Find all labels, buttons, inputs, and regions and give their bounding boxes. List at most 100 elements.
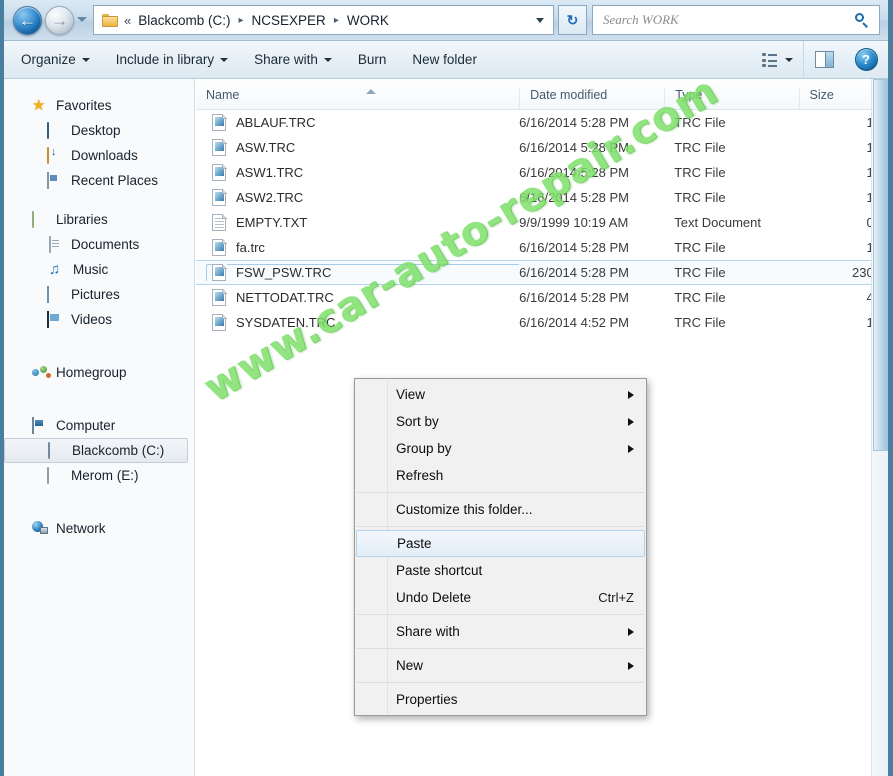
burn-button[interactable]: Burn	[349, 47, 396, 72]
downloads-icon	[47, 146, 49, 164]
new-folder-button[interactable]: New folder	[403, 47, 486, 72]
context-menu-item-paste[interactable]: Paste	[356, 530, 645, 557]
file-date: 6/16/2014 5:28 PM	[519, 115, 630, 130]
address-bar[interactable]: « Blackcomb (C:) ▸ NCSEXPER ▸ WORK	[93, 5, 554, 35]
recent-pages-button[interactable]	[76, 14, 88, 26]
sidebar-item-documents[interactable]: Documents	[4, 232, 194, 257]
sidebar-item-videos[interactable]: Videos	[4, 307, 194, 332]
table-row[interactable]: ABLAUF.TRC 6/16/2014 5:28 PM TRC File 1 …	[196, 110, 888, 135]
sidebar-item-downloads[interactable]: Downloads	[4, 143, 194, 168]
context-menu-item-properties[interactable]: Properties	[355, 686, 646, 713]
search-input[interactable]: Search WORK	[592, 5, 880, 35]
table-row[interactable]: ASW2.TRC 6/16/2014 5:28 PM TRC File 1 K	[196, 185, 888, 210]
file-date: 6/16/2014 5:28 PM	[519, 265, 630, 280]
search-icon[interactable]	[855, 13, 869, 27]
sidebar-item-desktop[interactable]: Desktop	[4, 118, 194, 143]
column-header-date-modified[interactable]: Date modified	[519, 88, 664, 109]
breadcrumb-overflow-icon[interactable]: «	[124, 13, 131, 28]
sidebar-item-recent-places[interactable]: Recent Places	[4, 168, 194, 193]
file-name-cell: EMPTY.TXT	[196, 214, 519, 231]
sidebar-item-libraries[interactable]: Libraries	[4, 207, 194, 232]
help-button[interactable]: ?	[844, 41, 888, 78]
share-with-label: Share with	[254, 52, 318, 67]
sidebar-item-computer[interactable]: Computer	[4, 413, 194, 438]
file-type: TRC File	[674, 190, 726, 205]
help-icon: ?	[854, 48, 878, 71]
forward-button[interactable]: →	[45, 6, 74, 35]
context-menu-item-view[interactable]: View	[355, 381, 646, 408]
command-bar-right-group: ?	[754, 41, 888, 78]
change-view-button[interactable]	[754, 48, 801, 72]
context-menu-item-sort-by[interactable]: Sort by	[355, 408, 646, 435]
include-in-library-button[interactable]: Include in library	[107, 47, 237, 72]
preview-pane-icon	[814, 51, 834, 68]
breadcrumb-item-1[interactable]: NCSEXPER	[249, 11, 329, 30]
context-menu-item-paste-shortcut[interactable]: Paste shortcut	[355, 557, 646, 584]
refresh-icon: ↻	[566, 12, 579, 28]
column-header-row: Name Date modified Type Size	[196, 79, 888, 110]
context-menu-item-group-by[interactable]: Group by	[355, 435, 646, 462]
context-menu-item-new[interactable]: New	[355, 652, 646, 679]
file-name-cell: ASW1.TRC	[196, 164, 519, 181]
sidebar-item-favorites[interactable]: ★ Favorites	[4, 93, 194, 118]
table-row[interactable]: ASW1.TRC 6/16/2014 5:28 PM TRC File 1 K	[196, 160, 888, 185]
libraries-icon	[32, 210, 34, 228]
submenu-arrow-icon	[628, 627, 634, 636]
table-row[interactable]: EMPTY.TXT 9/9/1999 10:19 AM Text Documen…	[196, 210, 888, 235]
context-menu-item-share-with[interactable]: Share with	[355, 618, 646, 645]
context-menu-item-customize-this-folder[interactable]: Customize this folder...	[355, 496, 646, 523]
star-icon: ★	[32, 96, 46, 114]
table-row[interactable]: SYSDATEN.TRC 6/16/2014 4:52 PM TRC File …	[196, 310, 888, 335]
file-name: fa.trc	[236, 240, 265, 255]
file-date: 6/16/2014 5:28 PM	[519, 140, 630, 155]
breadcrumb-separator-1[interactable]: ▸	[329, 15, 344, 26]
file-type: TRC File	[674, 290, 726, 305]
file-date: 9/9/1999 10:19 AM	[519, 215, 629, 230]
file-name-cell: SYSDATEN.TRC	[196, 314, 519, 331]
context-menu-item-refresh[interactable]: Refresh	[355, 462, 646, 489]
address-dropdown-icon[interactable]	[536, 17, 544, 23]
chevron-down-icon	[77, 17, 87, 22]
table-row[interactable]: fa.trc 6/16/2014 5:28 PM TRC File 1 K	[196, 235, 888, 260]
sidebar-item-homegroup[interactable]: Homegroup	[4, 360, 194, 385]
file-name-cell: ASW.TRC	[196, 139, 519, 156]
table-row[interactable]: NETTODAT.TRC 6/16/2014 5:28 PM TRC File …	[196, 285, 888, 310]
sidebar-item-label: Network	[56, 521, 106, 536]
context-menu-label: Properties	[396, 692, 458, 707]
context-menu-label: Sort by	[396, 414, 439, 429]
sidebar-item-network[interactable]: Network	[4, 516, 194, 541]
file-type: TRC File	[674, 140, 726, 155]
trc-file-icon	[212, 314, 227, 331]
sidebar-item-merom-e[interactable]: Merom (E:)	[4, 463, 194, 488]
table-row-selected[interactable]: FSW_PSW.TRC 6/16/2014 5:28 PM TRC File 2…	[196, 260, 888, 285]
context-menu[interactable]: View Sort by Group by Refresh Customize …	[354, 378, 647, 716]
context-menu-separator	[357, 648, 644, 649]
sidebar-item-pictures[interactable]: Pictures	[4, 282, 194, 307]
vertical-scrollbar[interactable]	[871, 79, 888, 776]
context-menu-item-undo-delete[interactable]: Undo Delete Ctrl+Z	[355, 584, 646, 611]
column-header-type[interactable]: Type	[664, 88, 798, 109]
context-menu-label: View	[396, 387, 426, 402]
scrollbar-thumb[interactable]	[873, 79, 888, 451]
sidebar-item-label: Merom (E:)	[71, 468, 139, 483]
context-menu-label: Share with	[396, 624, 460, 639]
organize-button[interactable]: Organize	[12, 47, 99, 72]
submenu-arrow-icon	[628, 417, 634, 426]
refresh-button[interactable]: ↻	[558, 5, 587, 35]
file-date: 6/16/2014 5:28 PM	[519, 240, 630, 255]
breadcrumb-separator-0[interactable]: ▸	[234, 15, 249, 26]
sidebar-item-blackcomb-c[interactable]: Blackcomb (C:)	[4, 438, 188, 463]
sidebar-item-label: Homegroup	[56, 365, 127, 380]
file-name-cell: ABLAUF.TRC	[196, 114, 519, 131]
forward-arrow-icon: →	[51, 11, 68, 30]
navigation-pane[interactable]: ★ Favorites Desktop Downloads Recent Pla…	[4, 79, 195, 776]
preview-pane-button[interactable]	[803, 41, 844, 78]
column-header-name[interactable]: Name	[196, 88, 519, 109]
file-name: SYSDATEN.TRC	[236, 315, 336, 330]
back-button[interactable]: ←	[13, 6, 42, 35]
breadcrumb-item-2[interactable]: WORK	[344, 11, 392, 30]
sidebar-item-music[interactable]: ♫ Music	[4, 257, 194, 282]
table-row[interactable]: ASW.TRC 6/16/2014 5:28 PM TRC File 1 K	[196, 135, 888, 160]
breadcrumb-item-0[interactable]: Blackcomb (C:)	[135, 11, 233, 30]
share-with-button[interactable]: Share with	[245, 47, 341, 72]
